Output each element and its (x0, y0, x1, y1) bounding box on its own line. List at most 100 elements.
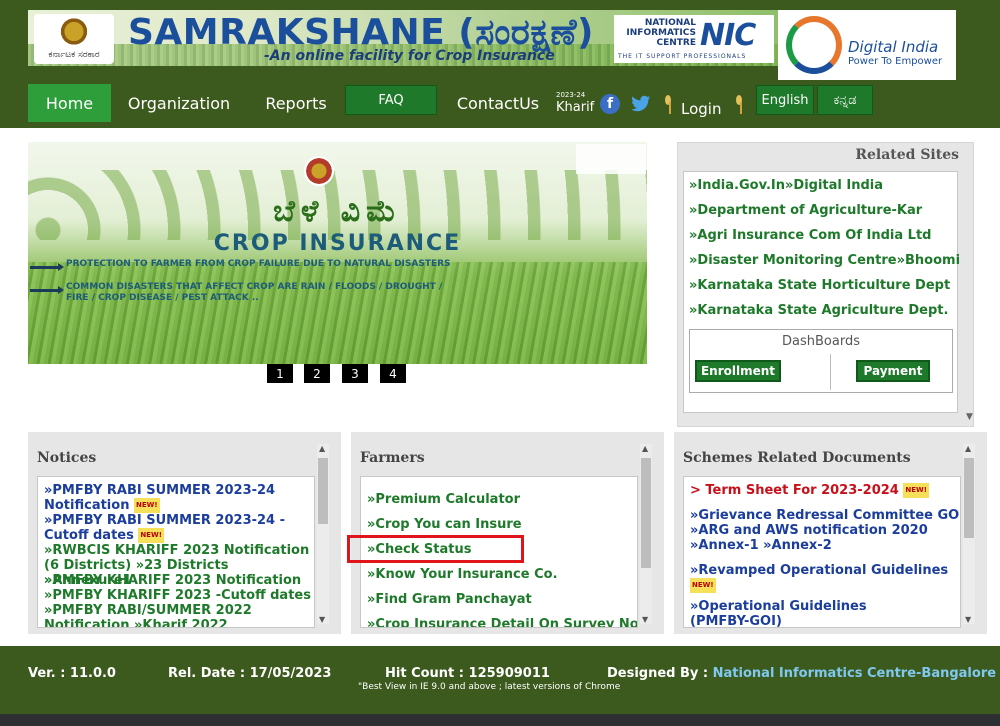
notice-item[interactable]: »PMFBY KHARIFF 2023 Notification (44, 573, 312, 588)
operational-text: (PMFBY-GOI) (690, 614, 782, 628)
operational-text: »Operational Guidelines (690, 599, 867, 614)
twitter-icon[interactable] (630, 94, 652, 114)
scroll-up-icon[interactable]: ▲ (319, 444, 325, 453)
english-button[interactable]: English (756, 85, 814, 115)
notices-scrollbar[interactable]: ▲ ▼ (317, 444, 329, 624)
notice-text: »PMFBY RABI/SUMMER 2022 (44, 603, 252, 618)
karnataka-logo: ಕರ್ನಾಟಕ ಸರಕಾರ (34, 14, 114, 64)
notice-text: »PMFBY KHARIFF 2023 Notification (44, 573, 302, 588)
schemes-panel: Schemes Related Documents > Term Sheet F… (674, 432, 987, 634)
digital-india-logo: Digital India Power To Empower (778, 10, 956, 80)
arg-aws-link[interactable]: »ARG and AWS notification 2020 (690, 523, 960, 538)
scroll-up-icon[interactable]: ▲ (642, 444, 648, 453)
dashboards-box: DashBoards Enrollment Payment (689, 329, 953, 393)
revamped-text: »Revamped Operational Guidelines (690, 563, 949, 578)
enrollment-button[interactable]: Enrollment (695, 360, 781, 382)
revamped-guidelines-link[interactable]: »Revamped Operational Guidelines NEW! (690, 563, 960, 593)
find-gram-panchayat-link[interactable]: »Find Gram Panchayat (367, 592, 532, 607)
nav-faq-button[interactable]: FAQ (345, 85, 437, 115)
annex-links[interactable]: »Annex-1 »Annex-2 (690, 538, 960, 553)
notice-text: »PMFBY RABI SUMMER 2023-24 - (44, 513, 286, 528)
related-link-india-gov[interactable]: »India.Gov.In»Digital India (689, 178, 883, 193)
new-badge: NEW! (903, 483, 929, 498)
karnataka-label: ಕರ್ನಾಟಕ ಸರಕಾರ (48, 50, 100, 60)
footer-designed-by: Designed By : National Informatics Centr… (607, 666, 996, 681)
slider-dot-2[interactable]: 2 (304, 364, 330, 383)
farmers-scrollbar[interactable]: ▲ ▼ (640, 444, 652, 624)
scroll-thumb[interactable] (318, 458, 328, 524)
nic-logo: NATIONAL INFORMATICS CENTRE NIC THE IT S… (614, 15, 774, 63)
grievance-link[interactable]: »Grievance Redressal Committee GO (690, 508, 960, 523)
kharif-link[interactable]: 2023-24 Kharif (556, 91, 595, 115)
related-sites-title: Related Sites (855, 147, 959, 163)
new-badge: NEW! (138, 528, 164, 543)
facebook-icon[interactable]: f (600, 94, 620, 114)
samrakshane-banner: ಕರ್ನಾಟಕ ಸರಕಾರ SAMRAKSHANE (ಸಂರಕ್ಷಣೆ) -An… (28, 10, 778, 66)
scroll-thumb[interactable] (964, 458, 974, 538)
related-sites-panel: Related Sites »India.Gov.In»Digital Indi… (677, 142, 974, 427)
related-sites-list: »India.Gov.In»Digital India »Department … (683, 171, 960, 413)
notice-text: »RWBCIS KHARIFF 2023 Notification (44, 543, 310, 558)
notice-item[interactable]: »PMFBY RABI SUMMER 2023-24 Notification … (44, 483, 312, 513)
related-link-agriculture-dept[interactable]: »Karnataka State Agriculture Dept. (689, 303, 948, 318)
notice-item[interactable]: »PMFBY RABI SUMMER 2023-24 - Cutoff date… (44, 513, 312, 543)
kharif-label: Kharif (556, 100, 595, 115)
scroll-down-icon[interactable]: ▼ (966, 412, 998, 422)
crop-insurance-slider: ಬೆಳೆ ವಿಮೆ CROP INSURANCE PROTECTION TO F… (28, 142, 647, 364)
notice-text: »PMFBY RABI SUMMER 2023-24 (44, 483, 276, 498)
scroll-down-icon[interactable]: ▼ (642, 615, 648, 624)
related-link-disaster-monitoring[interactable]: »Disaster Monitoring Centre»Bhoomi (689, 253, 960, 268)
digital-india-title: Digital India (848, 38, 939, 56)
scroll-down-icon[interactable]: ▼ (965, 615, 971, 624)
slider-field (28, 262, 647, 364)
arrow-icon (30, 263, 64, 271)
nic-tagline: THE IT SUPPORT PROFESSIONALS (618, 53, 747, 60)
survey-no-detail-link[interactable]: »Crop Insurance Detail On Survey No. (367, 617, 637, 627)
related-link-horticulture[interactable]: »Karnataka State Horticulture Dept (689, 278, 950, 293)
digital-india-icon (786, 16, 842, 74)
slider-corner-logo (576, 144, 646, 174)
related-link-agriculture-kar[interactable]: »Department of Agriculture-Kar (689, 203, 922, 218)
schemes-list: > Term Sheet For 2023-2024 NEW! »Grievan… (683, 476, 961, 628)
nav-home[interactable]: Home (28, 84, 111, 122)
slider-dot-4[interactable]: 4 (380, 364, 406, 383)
operational-guidelines-link[interactable]: »Operational Guidelines (PMFBY-GOI) (690, 599, 960, 628)
slider-line-1: PROTECTION TO FARMER FROM CROP FAILURE D… (66, 259, 451, 269)
notice-text: Notification (44, 498, 130, 513)
notice-item[interactable]: »PMFBY KHARIFF 2023 -Cutoff dates (44, 588, 312, 603)
nic-bangalore-link[interactable]: National Informatics Centre-Bangalore (713, 666, 996, 681)
slider-dot-1[interactable]: 1 (267, 364, 293, 383)
crop-you-can-insure-link[interactable]: »Crop You can Insure (367, 517, 522, 532)
term-sheet-text: > Term Sheet For 2023-2024 (690, 483, 899, 498)
footer-release-date: Rel. Date : 17/05/2023 (168, 666, 332, 681)
notice-item[interactable]: »PMFBY RABI/SUMMER 2022 Notification »Kh… (44, 603, 312, 627)
digital-india-subtitle: Power To Empower (848, 56, 943, 67)
related-link-agri-insurance[interactable]: »Agri Insurance Com Of India Ltd (689, 228, 931, 243)
kharif-year: 2023-24 (556, 91, 586, 99)
slider-line-2b: FIRE / CROP DISEASE / PEST ATTACK .. (66, 293, 259, 303)
scroll-down-icon[interactable]: ▼ (319, 615, 325, 624)
brand-subtitle: -An online facility for Crop Insurance (264, 48, 555, 64)
nav-organization[interactable]: Organization (118, 84, 240, 122)
check-status-highlight (347, 535, 524, 563)
footer: Ver. : 11.0.0 Rel. Date : 17/05/2023 Hit… (0, 646, 1000, 714)
nav-contact[interactable]: ContactUs (450, 84, 546, 122)
premium-calculator-link[interactable]: »Premium Calculator (367, 492, 520, 507)
kannada-button[interactable]: ಕನ್ನಡ (817, 85, 873, 115)
scroll-thumb[interactable] (641, 458, 651, 568)
nav-reports[interactable]: Reports (254, 84, 338, 122)
schemes-scrollbar[interactable]: ▲ ▼ (963, 444, 975, 624)
notice-text: Cutoff dates (44, 528, 134, 543)
slider-emblem-icon (304, 156, 334, 186)
arrow-icon (30, 286, 64, 294)
payment-button[interactable]: Payment (856, 360, 930, 382)
footer-browser-note: "Best View in IE 9.0 and above ; latest … (358, 682, 621, 692)
notices-title: Notices (37, 450, 97, 466)
term-sheet-link[interactable]: > Term Sheet For 2023-2024 NEW! (690, 483, 960, 498)
slider-dot-3[interactable]: 3 (342, 364, 368, 383)
footer-bottom-bar (0, 714, 1000, 726)
slider-line-2: COMMON DISASTERS THAT AFFECT CROP ARE RA… (66, 282, 442, 304)
scroll-up-icon[interactable]: ▲ (965, 444, 971, 453)
login-link[interactable]: Login (681, 100, 721, 118)
know-insurance-co-link[interactable]: »Know Your Insurance Co. (367, 567, 558, 582)
